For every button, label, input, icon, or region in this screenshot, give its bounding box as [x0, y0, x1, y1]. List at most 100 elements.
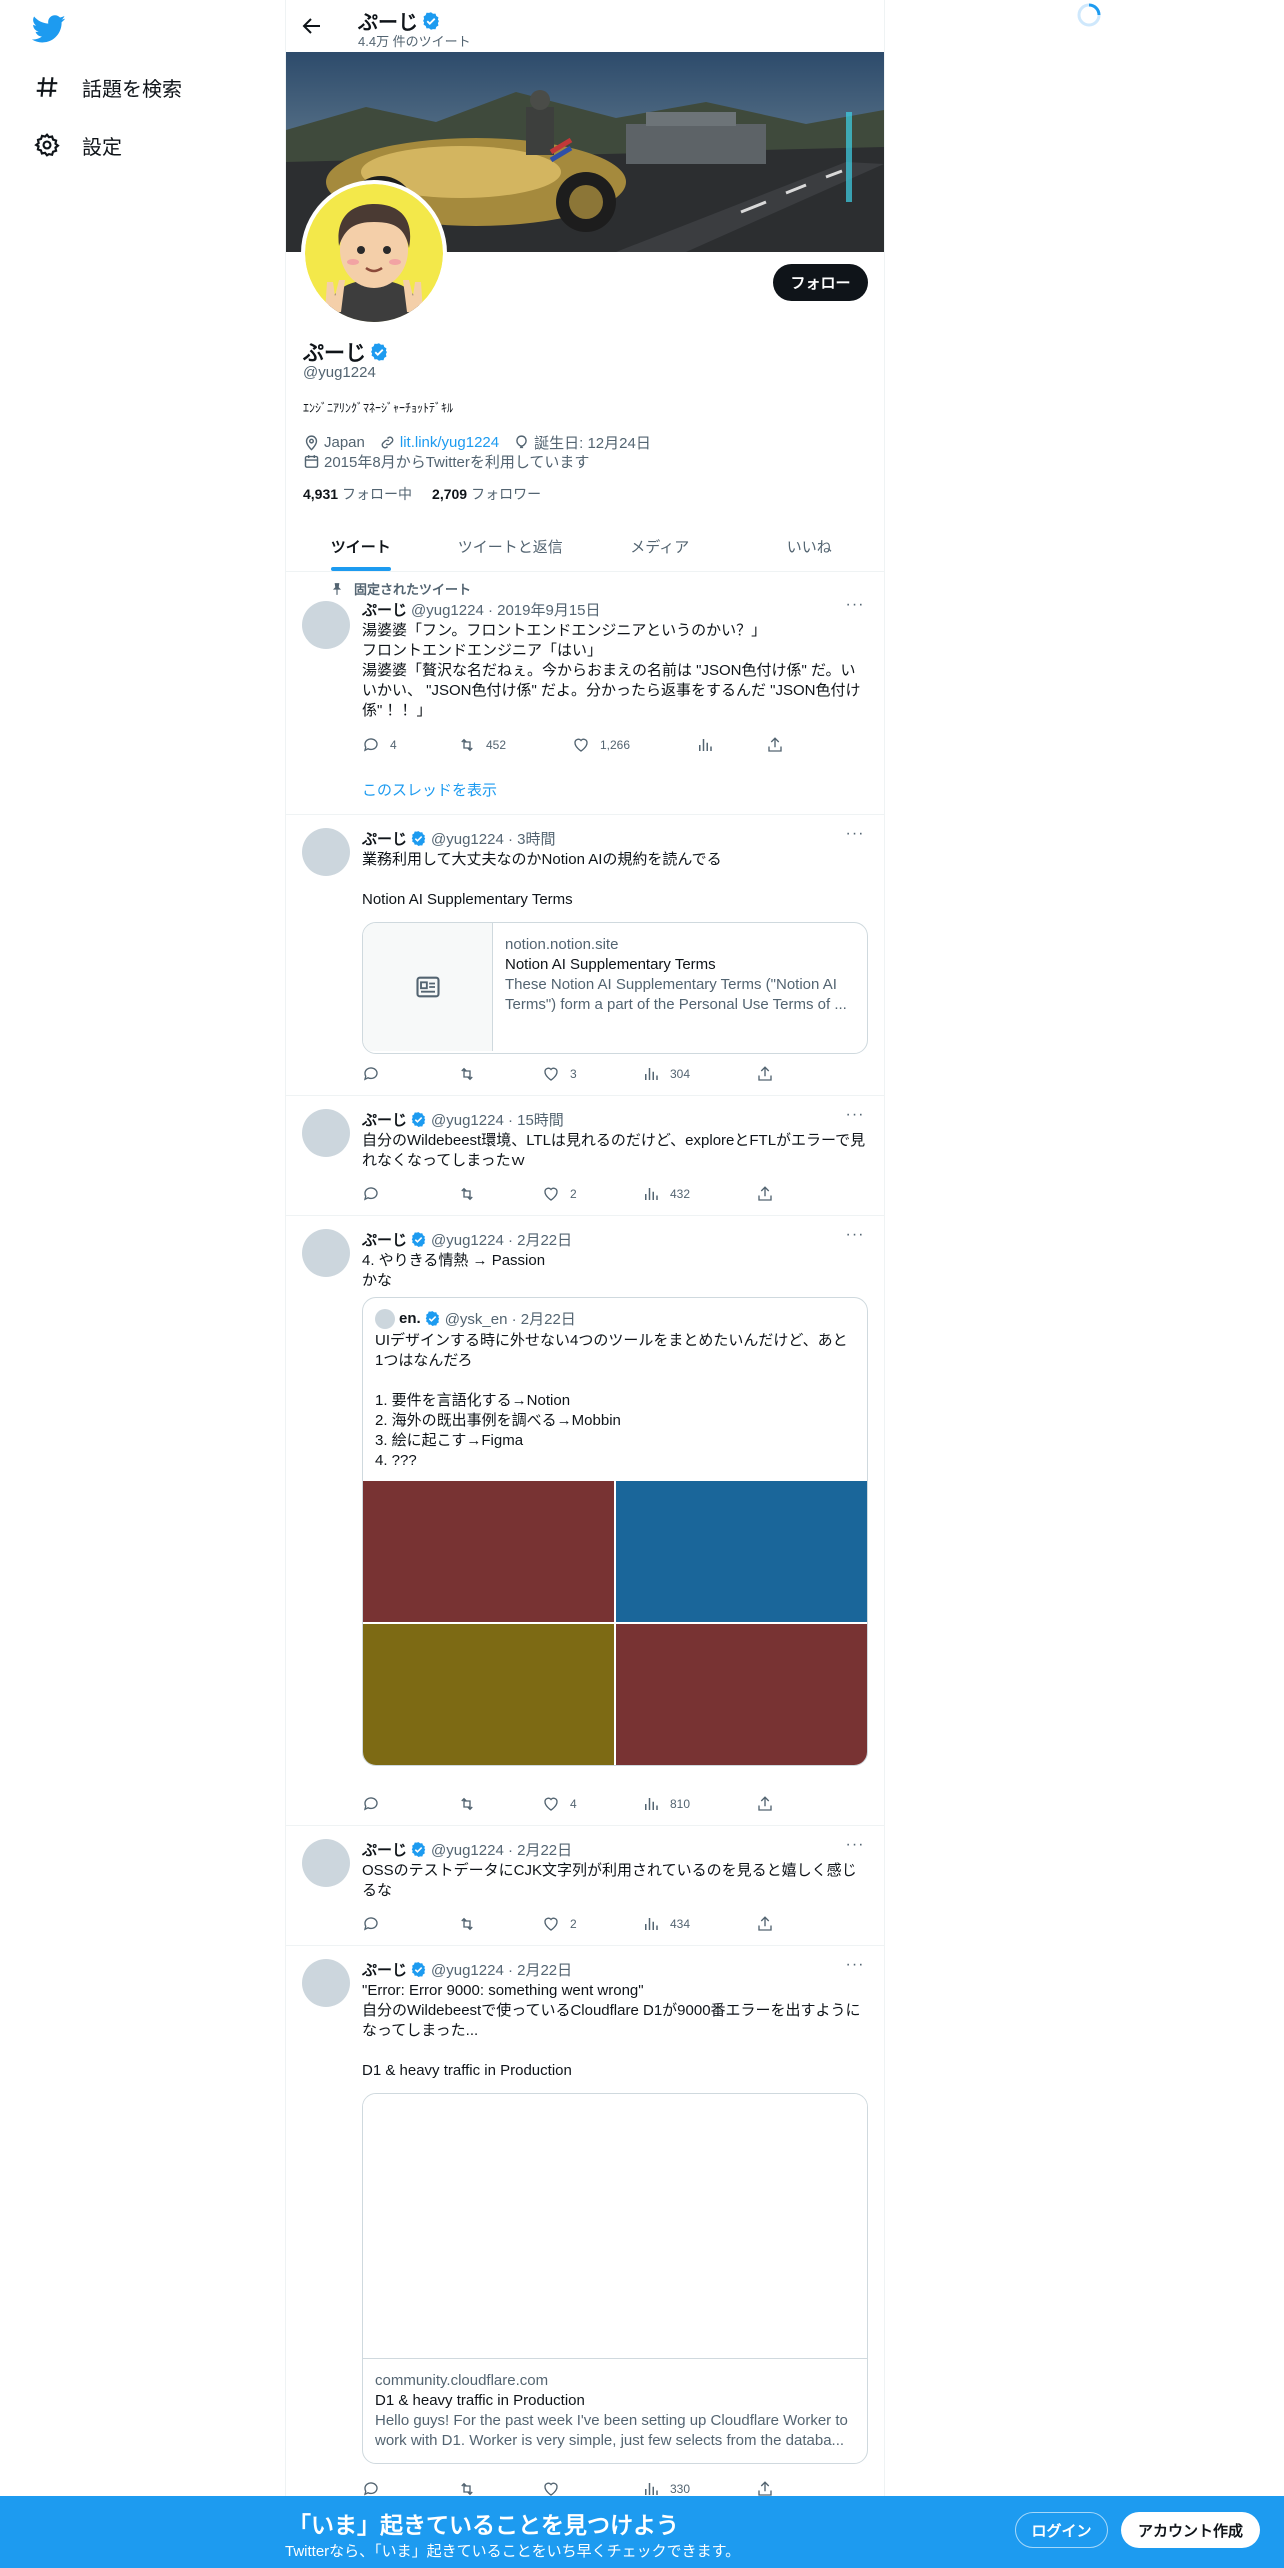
followers-link[interactable]: 2,709 フォロワー	[432, 484, 541, 504]
tweet-header: ぷーじ @yug1224 · 3時間	[362, 828, 870, 848]
back-arrow-icon[interactable]	[300, 14, 324, 38]
reply-button[interactable]	[362, 1794, 458, 1814]
reply-button[interactable]	[362, 1184, 458, 1204]
login-button[interactable]: ログイン	[1015, 2512, 1108, 2548]
tweet-handle-time[interactable]: @yug1224 · 3時間	[431, 828, 555, 849]
quoted-image[interactable]	[616, 1481, 867, 1622]
tweet-handle-time[interactable]: @yug1224 · 2月22日	[431, 1839, 572, 1860]
analytics-bar-icon	[645, 1068, 658, 1080]
card-title: D1 & heavy traffic in Production	[375, 2392, 585, 2409]
tab-tweets-and-replies[interactable]: ツイートと返信	[436, 522, 586, 571]
like-button[interactable]: 1,266	[572, 735, 696, 755]
like-button[interactable]: 3	[542, 1064, 642, 1084]
tab-likes[interactable]: いいね	[735, 522, 885, 571]
like-button[interactable]: 2	[542, 1914, 642, 1934]
signup-button[interactable]: アカウント作成	[1121, 2512, 1260, 2548]
card-info: notion.notion.site Notion AI Supplementa…	[493, 923, 867, 1053]
tab-media[interactable]: メディア	[585, 522, 735, 571]
following-count: 4,931	[303, 486, 339, 502]
retweet-button[interactable]	[458, 1794, 542, 1814]
card-description: These Notion AI Supplementary Terms ("No…	[505, 976, 847, 1013]
tweet-text: "Error: Error 9000: something went wrong…	[362, 1982, 861, 2079]
retweet-button[interactable]	[458, 1184, 542, 1204]
link-card[interactable]: notion.notion.site Notion AI Supplementa…	[362, 922, 868, 1054]
share-icon	[758, 1916, 772, 1931]
tweet-actions: 2 434	[362, 1914, 802, 1934]
analytics-button[interactable]: 434	[642, 1914, 756, 1934]
quoted-tweet[interactable]: en. @ysk_en · 2月22日 UIデザインする時に外せない4つのツール…	[362, 1297, 868, 1766]
tweet[interactable]: ぷーじ @yug1224 · 2月22日 ··· 4. やりきる情熱 → Pas…	[286, 1217, 884, 1826]
twitter-logo-icon[interactable]	[32, 12, 66, 46]
tweet-author-name[interactable]: ぷーじ	[362, 1109, 407, 1130]
link-card-large[interactable]: community.cloudflare.com D1 & heavy traf…	[362, 2093, 868, 2464]
share-button[interactable]	[766, 735, 784, 755]
analytics-button[interactable]: 810	[642, 1794, 756, 1814]
follow-button[interactable]: フォロー	[773, 264, 868, 301]
tweet-author-name[interactable]: ぷーじ	[362, 1959, 407, 1980]
share-button[interactable]	[756, 1064, 774, 1084]
tweet-author-name[interactable]: ぷーじ	[362, 599, 407, 620]
tweet-header: ぷーじ @yug1224 · 2月22日	[362, 1229, 870, 1249]
tweet[interactable]: ぷーじ @yug1224 · 15時間 ··· 自分のWildebeest環境、…	[286, 1097, 884, 1216]
profile-location: Japan	[324, 434, 365, 451]
quoted-image[interactable]	[363, 1624, 614, 1765]
tweet-avatar[interactable]	[302, 1839, 350, 1887]
retweet-button[interactable]	[458, 1914, 542, 1934]
profile-avatar[interactable]	[301, 180, 447, 326]
more-options-icon[interactable]: ···	[844, 1837, 866, 1859]
quoted-image[interactable]	[363, 1481, 614, 1622]
tweet-pinned[interactable]: 固定されたツイート ぷーじ @yug1224 · 2019年9月15日 ··· …	[286, 573, 884, 815]
article-icon	[415, 976, 440, 998]
more-options-icon[interactable]: ···	[844, 826, 866, 848]
tweet-handle-time[interactable]: @yug1224 · 15時間	[431, 1109, 564, 1130]
show-thread-link[interactable]: このスレッドを表示	[362, 779, 497, 800]
like-button[interactable]: 2	[542, 1184, 642, 1204]
tweet-avatar[interactable]	[302, 1109, 350, 1157]
tweet-avatar[interactable]	[302, 601, 350, 649]
share-button[interactable]	[756, 1184, 774, 1204]
share-icon	[758, 1186, 772, 1201]
sidebar-item-explore[interactable]: 話題を検索	[34, 67, 182, 107]
profile-website-link[interactable]: lit.link/yug1224	[400, 434, 499, 451]
more-options-icon[interactable]: ···	[844, 1957, 866, 1979]
share-icon	[768, 737, 782, 752]
tweet-avatar[interactable]	[302, 828, 350, 876]
retweet-button[interactable]: 452	[458, 735, 572, 755]
tweet-handle-time[interactable]: @yug1224 · 2月22日	[431, 1959, 572, 1980]
retweet-button[interactable]	[458, 1064, 542, 1084]
more-options-icon[interactable]: ···	[844, 1227, 866, 1249]
tweet-actions: 2 432	[362, 1184, 802, 1204]
tweet[interactable]: ぷーじ @yug1224 · 3時間 ··· 業務利用して大丈夫なのかNotio…	[286, 816, 884, 1096]
tweet[interactable]: ぷーじ @yug1224 · 2月22日 ··· "Error: Error 9…	[286, 1947, 884, 2507]
tweet-body: ぷーじ @yug1224 · 2月22日 ··· OSSのテストデータにCJK文…	[362, 1837, 870, 1901]
more-options-icon[interactable]: ···	[844, 1107, 866, 1129]
analytics-bar-icon	[699, 739, 712, 751]
tweet-handle-time[interactable]: @yug1224 · 2019年9月15日	[411, 599, 601, 620]
tweet-handle-time[interactable]: @yug1224 · 2月22日	[431, 1229, 572, 1250]
tweet-actions: 3 304	[362, 1064, 802, 1084]
profile-joined-row: 2015年8月からTwitterを利用しています	[303, 451, 589, 472]
analytics-button[interactable]: 304	[642, 1064, 756, 1084]
more-options-icon[interactable]: ···	[844, 597, 866, 619]
signup-banner-subtitle: Twitterなら、「いま」起きていることをいち早くチェックできます。	[285, 2543, 741, 2560]
sidebar-item-settings[interactable]: 設定	[34, 125, 122, 165]
quoted-image[interactable]	[616, 1624, 867, 1765]
analytics-button[interactable]: 432	[642, 1184, 756, 1204]
tweet-avatar[interactable]	[302, 1229, 350, 1277]
like-button[interactable]: 4	[542, 1794, 642, 1814]
share-icon	[758, 1066, 772, 1081]
tweet-avatar[interactable]	[302, 1959, 350, 2007]
following-link[interactable]: 4,931 フォロー中	[303, 484, 412, 504]
reply-button[interactable]: 4	[362, 735, 458, 755]
analytics-button[interactable]	[696, 735, 766, 755]
share-button[interactable]	[756, 1794, 774, 1814]
reply-button[interactable]	[362, 1914, 458, 1934]
tweet-author-name[interactable]: ぷーじ	[362, 1229, 407, 1250]
share-button[interactable]	[756, 1914, 774, 1934]
reply-button[interactable]	[362, 1064, 458, 1084]
link-icon	[381, 436, 394, 449]
tweet[interactable]: ぷーじ @yug1224 · 2月22日 ··· OSSのテストデータにCJK文…	[286, 1827, 884, 1946]
tab-tweets[interactable]: ツイート	[286, 522, 436, 571]
tweet-author-name[interactable]: ぷーじ	[362, 1839, 407, 1860]
tweet-author-name[interactable]: ぷーじ	[362, 828, 407, 849]
